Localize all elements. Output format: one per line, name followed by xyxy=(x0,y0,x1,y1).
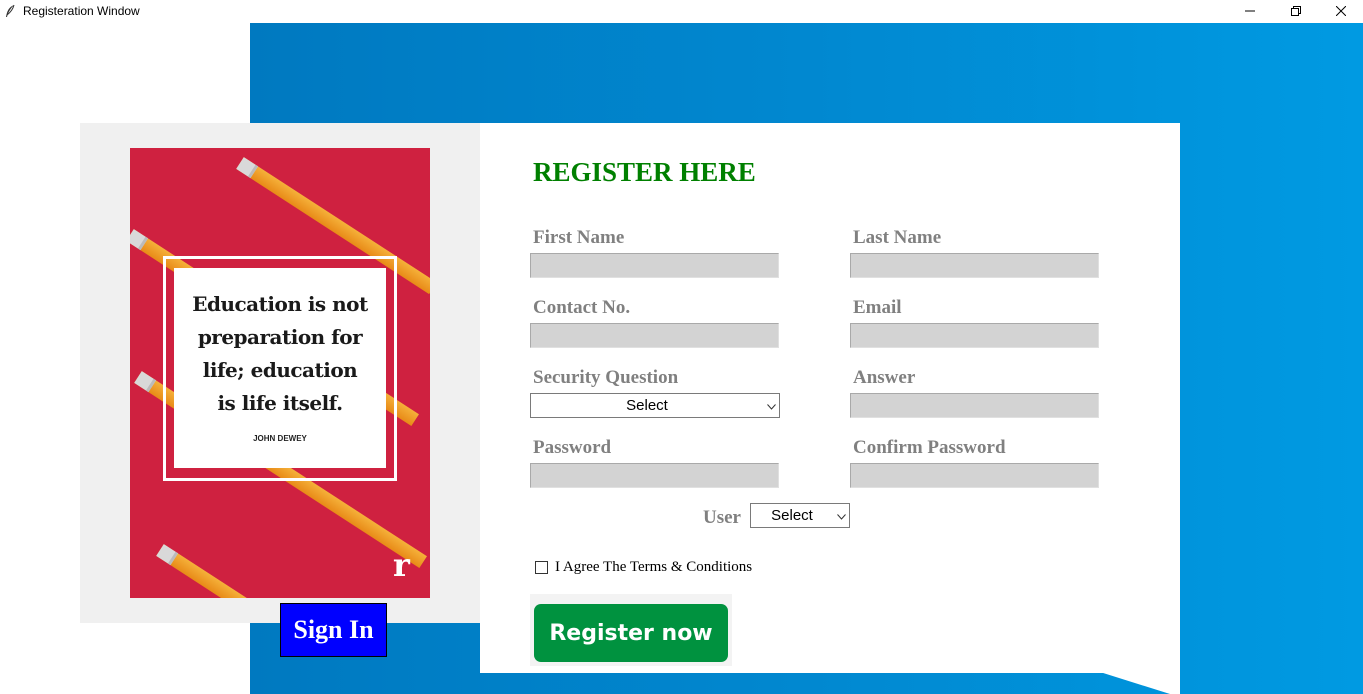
answer-field[interactable] xyxy=(850,393,1099,418)
form-title: REGISTER HERE xyxy=(533,157,756,187)
sign-in-button[interactable]: Sign In xyxy=(280,603,387,657)
restore-icon xyxy=(1291,3,1301,21)
minimize-button[interactable] xyxy=(1227,0,1273,23)
user-value: Select xyxy=(771,507,813,524)
confirm-password-label: Confirm Password xyxy=(853,437,1006,458)
first-name-field[interactable] xyxy=(530,253,779,278)
quote-poster: Education is not preparation for life; edu… xyxy=(130,148,430,598)
poster-logo: r xyxy=(393,546,410,584)
answer-label: Answer xyxy=(853,367,916,388)
chevron-down-icon xyxy=(763,397,779,414)
security-question-select[interactable]: Select xyxy=(530,393,780,418)
security-question-value: Select xyxy=(626,397,668,414)
terms-label: I Agree The Terms & Conditions xyxy=(555,559,753,575)
feather-icon xyxy=(4,4,16,18)
contact-label: Contact No. xyxy=(533,297,631,318)
password-label: Password xyxy=(533,437,612,458)
minimize-icon xyxy=(1245,3,1255,21)
close-icon xyxy=(1335,3,1347,21)
restore-button[interactable] xyxy=(1273,0,1319,23)
email-label: Email xyxy=(853,297,902,318)
email-field[interactable] xyxy=(850,323,1099,348)
close-button[interactable] xyxy=(1318,0,1363,23)
user-label: User xyxy=(703,507,741,528)
quote-text: Education is not preparation for life; edu… xyxy=(192,292,368,415)
security-question-label: Security Question xyxy=(533,367,679,388)
window-title: Registeration Window xyxy=(23,4,140,18)
background-wedge xyxy=(1100,672,1180,694)
title-bar: Registeration Window xyxy=(0,0,1363,23)
pencil-graphic xyxy=(156,544,298,598)
terms-checkbox[interactable] xyxy=(535,561,548,574)
contact-field[interactable] xyxy=(530,323,779,348)
first-name-label: First Name xyxy=(533,227,625,248)
last-name-field[interactable] xyxy=(850,253,1099,278)
image-panel: Education is not preparation for life; edu… xyxy=(80,123,480,623)
register-now-button[interactable]: Register now xyxy=(534,604,728,662)
chevron-down-icon xyxy=(833,507,849,524)
quote-author: JOHN DEWEY xyxy=(253,434,307,443)
last-name-label: Last Name xyxy=(853,227,942,248)
confirm-password-field[interactable] xyxy=(850,463,1099,488)
password-field[interactable] xyxy=(530,463,779,488)
quote-card: Education is not preparation for life; edu… xyxy=(174,268,386,468)
user-select[interactable]: Select xyxy=(750,503,850,528)
